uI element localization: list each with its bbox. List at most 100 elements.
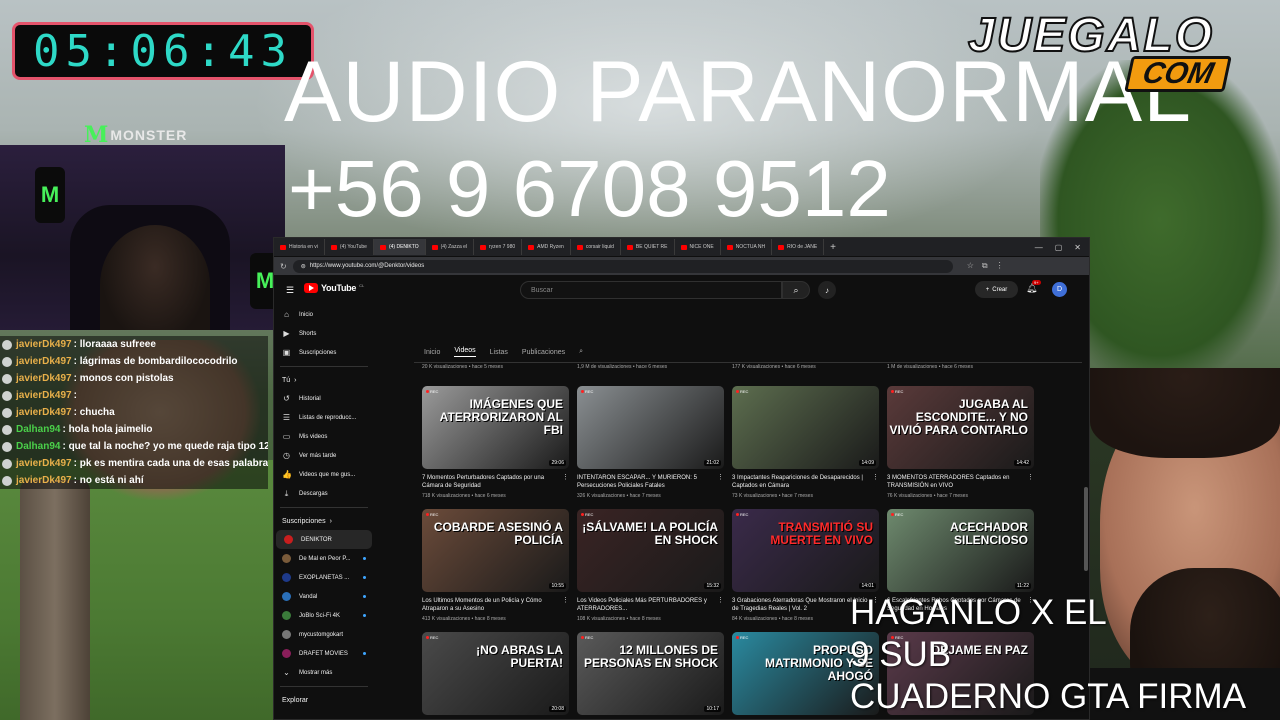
more-options-icon[interactable]: ⋮ [717, 597, 724, 605]
url-field[interactable]: ⊜ https://www.youtube.com/@Denktor/video… [292, 259, 953, 273]
video-thumbnail[interactable]: REC COBARDE ASESINÓ A POLICÍA 10:55 [422, 509, 569, 592]
video-title[interactable]: INTENTARON ESCAPAR... Y MURIERON: 5 Pers… [577, 474, 724, 490]
video-title[interactable]: 3 MOMENTOS ATERRADORES Captados en TRANS… [887, 474, 1034, 490]
site-info-icon[interactable]: ⊜ [301, 263, 306, 270]
sidebar-item[interactable]: ▭ Mis videos [274, 427, 374, 446]
chat-username[interactable]: Dalhan94 [16, 441, 60, 452]
tab-label: NOCTUA NH [735, 244, 766, 250]
tab-listas[interactable]: Listas [490, 349, 508, 356]
sidebar-section-you[interactable]: Tú › [274, 371, 374, 389]
video-title[interactable]: 7 Momentos Perturbadores Captados por un… [422, 474, 569, 490]
chat-username[interactable]: Dalhan94 [16, 424, 60, 435]
video-card[interactable]: REC 12 MILLONES DE PERSONAS EN SHOCK 10:17… [577, 632, 724, 719]
chat-username[interactable]: javierDk497 [16, 407, 72, 418]
tab-videos[interactable]: Videos [454, 347, 476, 357]
sidebar-item[interactable]: ▣ Suscripciones [274, 343, 374, 362]
browser-tab[interactable]: NICE ONE [675, 239, 721, 255]
browser-tab[interactable]: AMD Ryzen [522, 239, 571, 255]
sidebar-item[interactable]: ⌂ Inicio [274, 305, 374, 324]
browser-tab[interactable]: corsair liquid [571, 239, 621, 255]
browser-tab[interactable]: Historia en vi [274, 239, 325, 255]
video-card[interactable]: REC ¡SÁLVAME! LA POLICÍA EN SHOCK 15:32 Los… [577, 509, 724, 622]
sidebar-item[interactable]: 👍 Videos que me gus... [274, 465, 374, 484]
video-thumbnail[interactable]: REC 12 MILLONES DE PERSONAS EN SHOCK 10:17 [577, 632, 724, 715]
video-thumbnail[interactable]: REC JUGABA AL ESCONDITE... Y NO VIVIÓ PAR… [887, 386, 1034, 469]
browser-tab[interactable]: (4) DENIKTO [373, 239, 426, 255]
subscription-item[interactable]: DENIKTOR [276, 530, 372, 549]
show-more-button[interactable]: ⌄ Mostrar más [274, 663, 374, 682]
video-card[interactable]: REC¡NO ABRAS LA PUERTA!20:08Los Videos M… [422, 632, 569, 719]
browser-tab[interactable]: (4) Zazza el [426, 239, 475, 255]
chat-username[interactable]: javierDk497 [16, 356, 72, 367]
subscription-item[interactable]: DRAFET MOVIES [274, 644, 374, 663]
browser-tab[interactable]: (4) YouTube [325, 239, 374, 255]
sidebar-item[interactable]: ⤓ Descargas [274, 484, 374, 503]
menu-icon[interactable]: ⋮ [996, 261, 1004, 271]
subscription-item[interactable]: mycustomgokart [274, 625, 374, 644]
user-badge-icon [2, 424, 12, 435]
chat-text: : [73, 390, 77, 401]
new-tab-icon[interactable]: + [824, 242, 842, 253]
search-icon[interactable]: ⌕ [579, 348, 583, 356]
video-card[interactable]: REC IMÁGENES QUE ATERRORIZARON AL FBI 29:0… [422, 386, 569, 499]
video-card[interactable]: REC COBARDE ASESINÓ A POLICÍA 10:55 Los Últ… [422, 509, 569, 622]
video-thumbnail[interactable]: REC TRANSMITIÓ SU MUERTE EN VIVO 14:01 [732, 509, 879, 592]
hamburger-icon[interactable]: ☰ [286, 285, 294, 296]
close-icon[interactable]: ✕ [1074, 243, 1081, 252]
mic-icon[interactable]: ♪ [818, 281, 836, 299]
user-badge-icon [2, 441, 12, 452]
sidebar-section-subscriptions[interactable]: Suscripciones › [274, 512, 374, 530]
video-meta: 1,9 M de visualizaciones • hace 6 meses [577, 364, 668, 370]
more-options-icon[interactable]: ⋮ [562, 597, 569, 605]
video-thumbnail[interactable]: REC 14:09 [732, 386, 879, 469]
video-card[interactable]: REC 21:02 INTENTARON ESCAPAR... Y MURIERON… [577, 386, 724, 499]
video-thumbnail[interactable]: REC ¡NO ABRAS LA PUERTA! 20:08 [422, 632, 569, 715]
chat-username[interactable]: javierDk497 [16, 390, 72, 401]
video-title[interactable]: Los Videos Policiales Más PERTURBADORES … [577, 597, 724, 613]
search-icon[interactable]: ⌕ [782, 281, 810, 299]
browser-tab[interactable]: NOCTUA NH [721, 239, 773, 255]
sidebar-item[interactable]: ☰ Listas de reproducc... [274, 408, 374, 427]
video-card[interactable]: REC 14:09 3 Impactantes Reapariciones de D… [732, 386, 879, 499]
chat-username[interactable]: javierDk497 [16, 475, 72, 486]
tab-publicaciones[interactable]: Publicaciones [522, 349, 565, 356]
video-title[interactable]: 3 Impactantes Reapariciones de Desaparec… [732, 474, 879, 490]
minimize-icon[interactable]: — [1035, 243, 1043, 252]
tab-inicio[interactable]: Inicio [424, 349, 440, 356]
video-title[interactable]: Los Últimos Momentos de un Policía y Cóm… [422, 597, 569, 613]
browser-tab[interactable]: ryzen 7 980 [474, 239, 523, 255]
more-options-icon[interactable]: ⋮ [1027, 474, 1034, 482]
video-thumbnail[interactable]: REC IMÁGENES QUE ATERRORIZARON AL FBI 29:0… [422, 386, 569, 469]
subscription-item[interactable]: EXOPLANETAS ... [274, 568, 374, 587]
video-thumbnail[interactable]: REC ¡SÁLVAME! LA POLICÍA EN SHOCK 15:32 [577, 509, 724, 592]
bell-icon[interactable]: 🔔︎ 9+ [1026, 280, 1041, 294]
search-input[interactable]: Buscar [520, 281, 782, 299]
sidebar-item[interactable]: ◷ Ver más tarde [274, 446, 374, 465]
video-thumbnail[interactable]: REC 21:02 [577, 386, 724, 469]
more-options-icon[interactable]: ⋮ [562, 474, 569, 482]
chat-username[interactable]: javierDk497 [16, 458, 72, 469]
chat-username[interactable]: javierDk497 [16, 373, 72, 384]
reload-icon[interactable]: ↻ [280, 262, 287, 271]
maximize-icon[interactable]: ▢ [1055, 243, 1063, 252]
browser-tab[interactable]: BE QUIET RE [621, 239, 675, 255]
subscription-item[interactable]: Vandal [274, 587, 374, 606]
star-icon[interactable]: ☆ [967, 261, 974, 271]
create-button[interactable]: + Crear [975, 281, 1018, 298]
browser-tab[interactable]: RIO de JANE [772, 239, 825, 255]
extensions-icon[interactable]: ⧉ [982, 261, 988, 271]
sidebar-item[interactable]: ↺ Historial [274, 389, 374, 408]
avatar[interactable]: D [1052, 282, 1067, 297]
subscription-item[interactable]: JoBlo Sci-Fi 4K [274, 606, 374, 625]
youtube-logo[interactable]: YouTube CL [304, 283, 364, 293]
chat-username[interactable]: javierDk497 [16, 339, 72, 350]
scrollbar[interactable] [1084, 487, 1088, 571]
video-card[interactable]: REC JUGABA AL ESCONDITE... Y NO VIVIÓ PAR… [887, 386, 1034, 499]
sidebar-section-explore[interactable]: Explorar [274, 691, 374, 709]
favicon-icon [379, 244, 386, 250]
video-thumbnail[interactable]: REC ACECHADOR SILENCIOSO 11:22 [887, 509, 1034, 592]
sidebar-item[interactable]: ▶ Shorts [274, 324, 374, 343]
subscription-item[interactable]: De Mal en Peor P... [274, 549, 374, 568]
more-options-icon[interactable]: ⋮ [717, 474, 724, 482]
more-options-icon[interactable]: ⋮ [872, 474, 879, 482]
